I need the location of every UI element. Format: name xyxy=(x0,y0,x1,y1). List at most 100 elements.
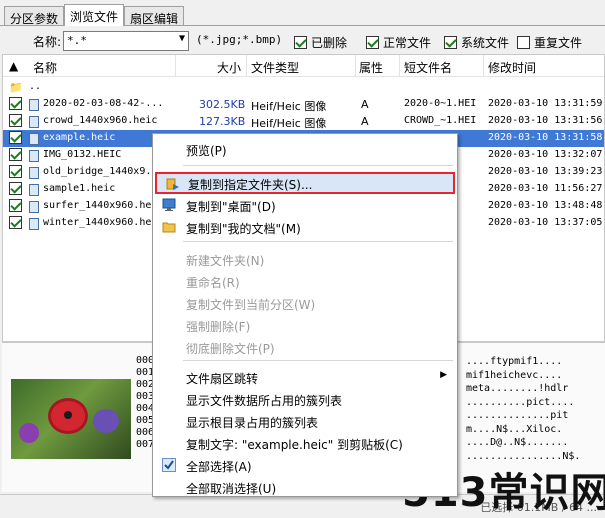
file-row[interactable]: 2020-02-03-08-42-... 302.5KB Heif/Heic 图像 A… xyxy=(3,96,604,113)
file-checkbox[interactable] xyxy=(9,199,22,212)
deleted-checkbox[interactable]: 已删除 xyxy=(294,34,347,51)
chevron-down-icon[interactable]: ▼ xyxy=(179,33,185,44)
sort-up-icon: ▲ xyxy=(9,59,19,73)
file-checkbox[interactable] xyxy=(9,182,22,195)
column-name[interactable]: 名称 xyxy=(33,59,57,76)
menu-item[interactable]: 全部选择(A) xyxy=(153,454,457,476)
file-modified: 2020-03-10 13:37:05 xyxy=(488,217,603,228)
menu-item[interactable]: 复制到"我的文档"(M) xyxy=(153,216,457,238)
context-menu: 预览(P) 复制到指定文件夹(S)... 复制到"桌面"(D) 复制到"我的文档"(M… xyxy=(152,133,458,497)
desktop-icon xyxy=(162,198,176,211)
normal-files-checkbox[interactable]: 正常文件 xyxy=(366,34,431,51)
menu-item: 强制删除(F) xyxy=(153,314,457,336)
file-name: crowd_1440x960.heic xyxy=(43,115,158,126)
file-name: old_bridge_1440x9... xyxy=(43,166,164,177)
file-type: Heif/Heic 图像 xyxy=(251,117,327,130)
file-icon xyxy=(29,167,39,179)
menu-item-label: 全部取消选择(U) xyxy=(186,482,277,496)
column-divider[interactable] xyxy=(355,55,356,77)
menu-separator xyxy=(183,241,453,242)
file-icon xyxy=(29,218,39,230)
menu-item-label: 显示根目录占用的簇列表 xyxy=(186,416,319,430)
column-type[interactable]: 文件类型 xyxy=(251,59,299,76)
parent-dir-row[interactable]: 📁 .. xyxy=(3,79,604,96)
tab-strip: 分区参数 浏览文件 扇区编辑 xyxy=(4,4,185,26)
checkbox-icon xyxy=(294,36,307,49)
file-name: surfer_1440x960.he xyxy=(43,200,152,211)
duplicate-files-checkbox[interactable]: 重复文件 xyxy=(517,34,582,51)
folder-icon: 📁 xyxy=(9,81,23,94)
file-checkbox[interactable] xyxy=(9,97,22,110)
column-size[interactable]: 大小 xyxy=(217,59,241,76)
menu-item[interactable]: 全部取消选择(U) xyxy=(153,476,457,498)
file-short-name: CROWD_~1.HEI xyxy=(404,115,477,126)
menu-item-label: 强制删除(F) xyxy=(186,320,251,334)
checkbox-icon xyxy=(444,36,457,49)
file-checkbox[interactable] xyxy=(9,148,22,161)
hex-ascii: ....ftypmif1.... mif1heichevc.... meta....… xyxy=(466,355,580,463)
menu-item[interactable]: 复制文字: "example.heic" 到剪贴板(C) xyxy=(153,432,457,454)
column-attr[interactable]: 属性 xyxy=(359,59,383,76)
menu-separator xyxy=(183,360,453,361)
hex-ascii-line: ..........pict.... xyxy=(466,396,575,408)
menu-item[interactable]: 复制到指定文件夹(S)... xyxy=(155,172,455,194)
column-divider[interactable] xyxy=(483,55,484,77)
tab-browse-files[interactable]: 浏览文件 xyxy=(64,4,125,26)
file-checkbox[interactable] xyxy=(9,216,22,229)
column-divider[interactable] xyxy=(175,55,176,77)
menu-separator xyxy=(183,165,453,166)
file-row[interactable]: crowd_1440x960.heic 127.3KB Heif/Heic 图像 A C… xyxy=(3,113,604,130)
file-modified: 2020-03-10 11:56:27 xyxy=(488,183,603,194)
file-icon xyxy=(29,201,39,213)
parent-dir-label: .. xyxy=(29,81,42,92)
copy-icon xyxy=(166,178,180,191)
menu-item-label: 复制到"桌面"(D) xyxy=(186,200,276,214)
menu-item-label: 复制文字: "example.heic" 到剪贴板(C) xyxy=(186,438,403,452)
file-size: 127.3KB xyxy=(199,115,246,128)
file-icon xyxy=(29,133,39,145)
menu-item[interactable]: 文件扇区跳转 ▶ xyxy=(153,366,457,388)
extension-hint: (*.jpg;*.bmp) xyxy=(196,33,283,46)
menu-item-label: 复制文件到当前分区(W) xyxy=(186,298,316,312)
menu-item[interactable]: 预览(P) xyxy=(153,138,457,160)
file-attr: A xyxy=(361,98,369,111)
menu-item-label: 复制到指定文件夹(S)... xyxy=(188,178,313,192)
column-short-name[interactable]: 短文件名 xyxy=(404,59,452,76)
check-icon xyxy=(162,458,176,472)
file-icon xyxy=(29,116,39,128)
menu-item[interactable]: 复制到"桌面"(D) xyxy=(153,194,457,216)
file-name: sample1.heic xyxy=(43,183,116,194)
tab-sector-edit[interactable]: 扇区编辑 xyxy=(124,6,185,26)
column-modified[interactable]: 修改时间 xyxy=(488,59,536,76)
image-thumbnail xyxy=(11,379,131,459)
menu-item-label: 显示文件数据所占用的簇列表 xyxy=(186,394,343,408)
file-checkbox[interactable] xyxy=(9,114,22,127)
file-size: 302.5KB xyxy=(199,98,246,111)
file-modified: 2020-03-10 13:32:07 xyxy=(488,149,603,160)
menu-item[interactable]: 显示文件数据所占用的簇列表 xyxy=(153,388,457,410)
name-filter-combo[interactable]: *.* ▼ xyxy=(63,31,189,51)
file-checkbox[interactable] xyxy=(9,131,22,144)
file-name: winter_1440x960.he xyxy=(43,217,152,228)
checkbox-icon xyxy=(517,36,530,49)
file-name: IMG_0132.HEIC xyxy=(43,149,122,160)
folder-icon xyxy=(162,220,176,233)
menu-item: 新建文件夹(N) xyxy=(153,248,457,270)
hex-ascii-line: meta........!hdlr xyxy=(466,383,569,394)
hex-ascii-line: ....ftypmif1.... xyxy=(466,356,563,367)
file-modified: 2020-03-10 13:31:58 xyxy=(488,132,603,143)
system-files-checkbox[interactable]: 系统文件 xyxy=(444,34,509,51)
file-icon xyxy=(29,150,39,162)
menu-item-label: 重命名(R) xyxy=(186,276,240,290)
file-icon xyxy=(29,99,39,111)
filter-bar: 名称: *.* ▼ (*.jpg;*.bmp) 已删除 正常文件 系统文件 重复… xyxy=(0,30,605,54)
tab-partition-params[interactable]: 分区参数 xyxy=(4,6,65,26)
column-divider[interactable] xyxy=(246,55,247,77)
menu-item-label: 新建文件夹(N) xyxy=(186,254,265,268)
column-divider[interactable] xyxy=(399,55,400,77)
hex-ascii-line: m....N$...Xiloc. xyxy=(466,423,563,435)
file-checkbox[interactable] xyxy=(9,165,22,178)
hex-ascii-line: ....D@..N$....... xyxy=(466,437,569,448)
menu-item[interactable]: 显示根目录占用的簇列表 xyxy=(153,410,457,432)
file-modified: 2020-03-10 13:48:48 xyxy=(488,200,603,211)
